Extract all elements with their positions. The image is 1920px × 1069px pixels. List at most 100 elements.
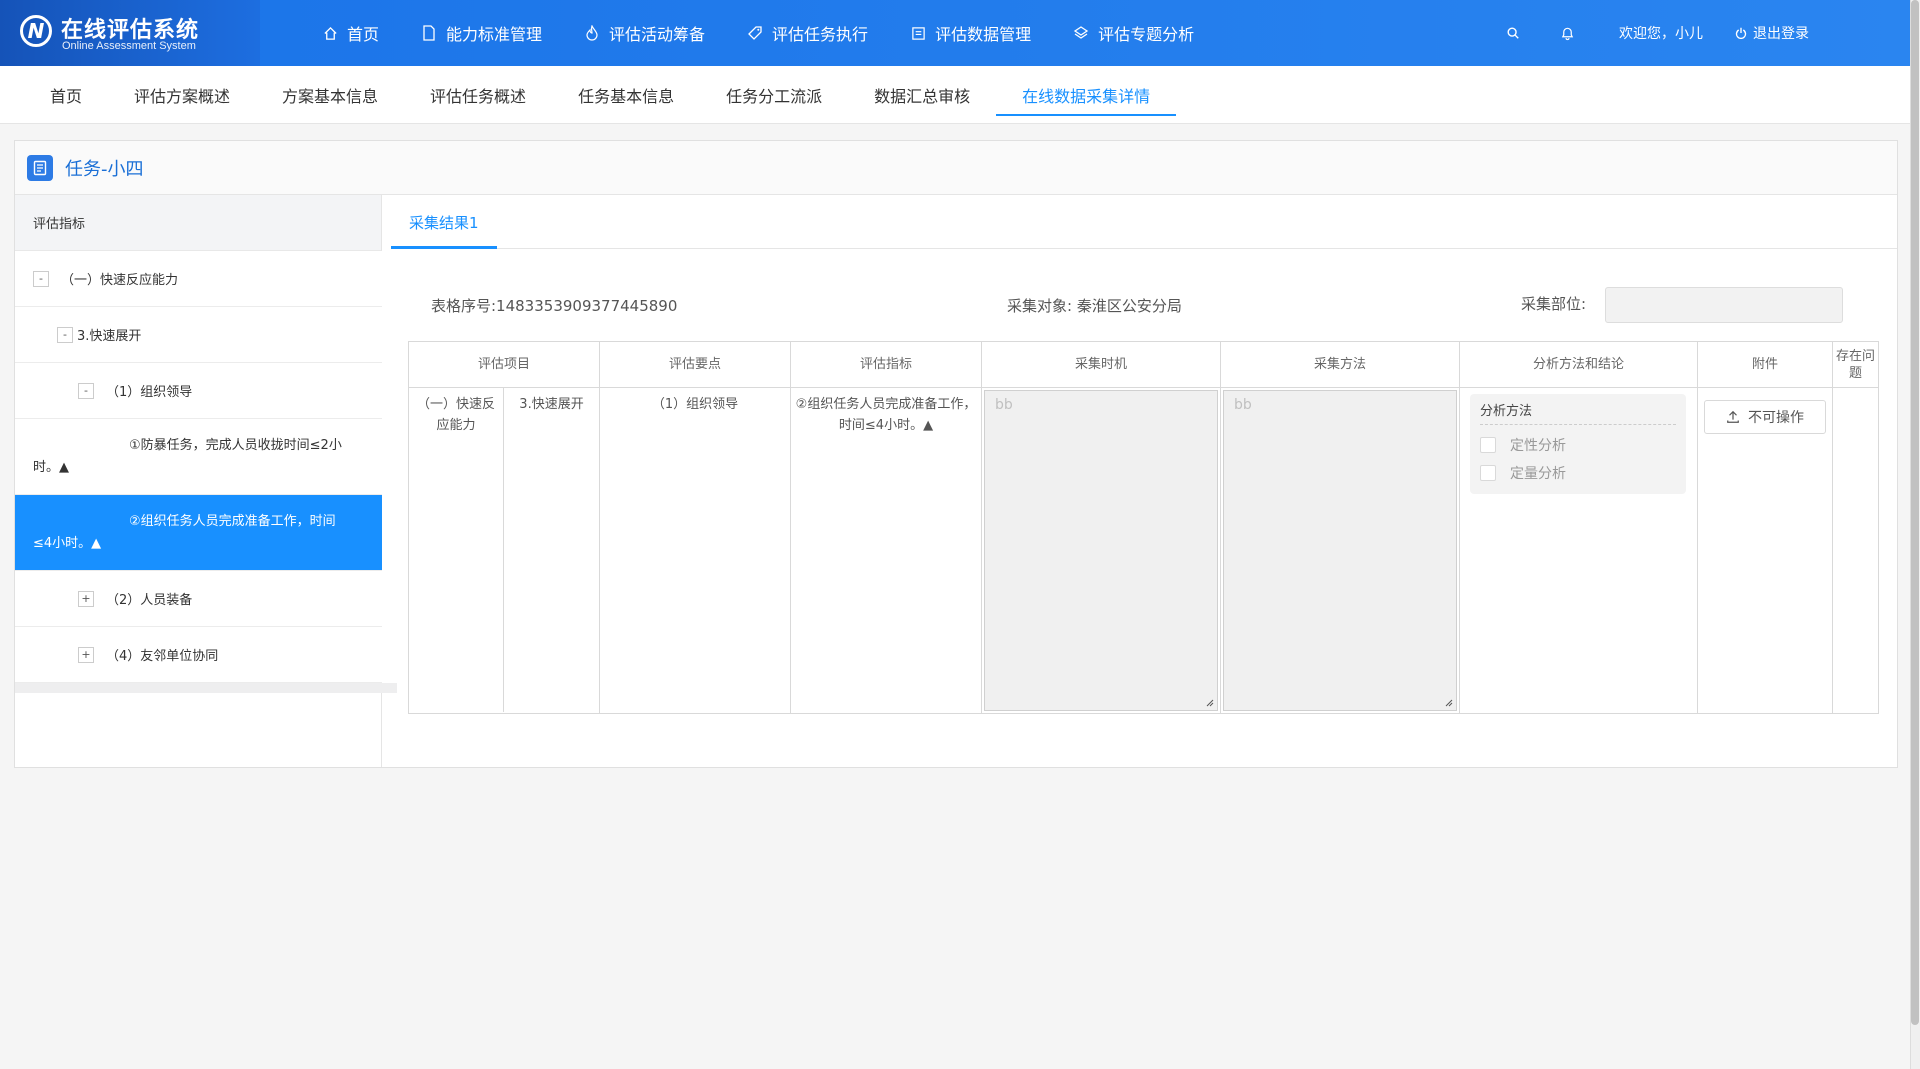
- logout-label: 退出登录: [1753, 26, 1809, 42]
- column-header: 存在问题: [1833, 342, 1878, 388]
- subtab-task-dispatch[interactable]: 任务分工流派: [700, 66, 848, 124]
- column-header: 采集方法: [1221, 342, 1459, 388]
- subtab-home[interactable]: 首页: [24, 66, 108, 124]
- upload-button[interactable]: 不可操作: [1704, 400, 1826, 434]
- col-indicator: 评估指标 ②组织任务人员完成准备工作，时间≤4小时。▲: [791, 342, 982, 713]
- analysis-method-title: 分析方法: [1480, 400, 1676, 425]
- resize-grip-icon[interactable]: [1443, 697, 1453, 707]
- column-header: 评估要点: [600, 342, 790, 388]
- tree-node[interactable]: - 3.快速展开: [15, 307, 382, 363]
- collection-part-label: 采集部位:: [1521, 295, 1587, 313]
- tree-leaf-label: ②组织任务人员完成准备工作，时间≤4小时。▲: [33, 514, 336, 551]
- collection-target: 采集对象: 秦淮区公安分局: [1007, 297, 1182, 315]
- nav-label: 评估专题分析: [1098, 25, 1195, 44]
- nav-item-execution[interactable]: 评估任务执行: [747, 0, 868, 66]
- nav-item-analysis[interactable]: 评估专题分析: [1073, 0, 1194, 66]
- collapse-toggle[interactable]: -: [78, 382, 94, 399]
- nav-item-preparation[interactable]: 评估活动筹备: [584, 0, 705, 66]
- nav-label: 评估任务执行: [772, 25, 869, 44]
- document-icon: [421, 25, 437, 41]
- bell-icon[interactable]: [1559, 25, 1575, 41]
- checkbox[interactable]: [1480, 437, 1496, 453]
- logo[interactable]: N 在线评估系统 Online Assessment System: [0, 0, 260, 66]
- column-header: 附件: [1698, 342, 1832, 388]
- tree-header: 评估指标: [15, 195, 381, 251]
- col-point: 评估要点 （1）组织领导: [600, 342, 791, 713]
- subtab-plan-info[interactable]: 方案基本信息: [256, 66, 404, 124]
- tab-result-1[interactable]: 采集结果1: [391, 195, 497, 249]
- col-analysis: 分析方法和结论 分析方法 定性分析 定量分析: [1460, 342, 1698, 713]
- col-project: 评估项目 （一）快速反应能力 3.快速展开: [409, 342, 600, 713]
- main-nav: 首页 能力标准管理 评估活动筹备 评估任务执行 评估数据管理 评估专题分析: [322, 0, 1236, 66]
- clipboard-icon: [27, 154, 53, 181]
- checkbox-qualitative[interactable]: 定性分析: [1480, 431, 1676, 459]
- indicator-tree: 评估指标 - （一）快速反应能力 - 3.快速展开 - （1）组织领导 ①防暴任…: [15, 195, 397, 767]
- column-header: 采集时机: [982, 342, 1220, 388]
- tree-node-label: （2）人员装备: [106, 593, 193, 608]
- cell-project-b: 3.快速展开: [519, 397, 584, 412]
- power-icon: [1733, 25, 1749, 41]
- form-serial: 表格序号:1483353909377445890: [431, 297, 678, 315]
- nav-item-standards[interactable]: 能力标准管理: [421, 0, 542, 66]
- checkbox-quantitative[interactable]: 定量分析: [1480, 459, 1676, 487]
- page-scrollbar-thumb[interactable]: [1911, 0, 1919, 1025]
- welcome-text: 欢迎您，小儿: [1619, 26, 1703, 42]
- result-content: 采集结果1 表格序号:1483353909377445890 采集对象: 秦淮区…: [391, 195, 1897, 767]
- logout-button[interactable]: 退出登录: [1733, 23, 1809, 43]
- column-header: 评估项目: [409, 342, 599, 388]
- column-header: 分析方法和结论: [1460, 342, 1697, 388]
- checkbox[interactable]: [1480, 465, 1496, 481]
- search-icon[interactable]: [1505, 25, 1521, 41]
- method-value: bb: [1234, 397, 1252, 413]
- col-method: 采集方法 bb: [1221, 342, 1460, 713]
- tree-node-label: 3.快速展开: [77, 329, 142, 344]
- col-attachment: 附件 不可操作: [1698, 342, 1833, 713]
- logo-subtitle: Online Assessment System: [62, 40, 196, 52]
- app: N 在线评估系统 Online Assessment System 首页 能力标…: [0, 0, 1910, 1069]
- tree-node[interactable]: - （一）快速反应能力: [15, 251, 382, 307]
- nav-item-data[interactable]: 评估数据管理: [910, 0, 1031, 66]
- checkbox-label: 定性分析: [1510, 438, 1566, 454]
- subtab-online-collection[interactable]: 在线数据采集详情: [996, 66, 1177, 124]
- cell-point: （1）组织领导: [651, 397, 739, 412]
- method-textarea[interactable]: bb: [1223, 390, 1457, 711]
- collapse-toggle[interactable]: -: [57, 326, 73, 343]
- cell-project-a: （一）快速反应能力: [409, 388, 504, 712]
- tree-node[interactable]: + （2）人员装备: [15, 571, 382, 627]
- nav-item-home[interactable]: 首页: [322, 0, 379, 66]
- collapse-toggle[interactable]: -: [33, 270, 49, 287]
- nav-label: 评估数据管理: [935, 25, 1032, 44]
- resize-grip-icon[interactable]: [1204, 697, 1214, 707]
- col-issues: 存在问题: [1833, 342, 1878, 713]
- subtab-task-info[interactable]: 任务基本信息: [552, 66, 700, 124]
- tree-node[interactable]: - （1）组织领导: [15, 363, 382, 419]
- home-icon: [322, 25, 338, 41]
- subtab-data-review[interactable]: 数据汇总审核: [848, 66, 996, 124]
- tree-leaf[interactable]: ①防暴任务，完成人员收拢时间≤2小时。▲: [15, 419, 382, 495]
- column-header: 评估指标: [791, 342, 981, 388]
- tree-node[interactable]: + （4）友邻单位协同: [15, 627, 382, 683]
- tag-icon: [747, 25, 763, 41]
- nav-label: 评估活动筹备: [609, 25, 706, 44]
- form-info: 表格序号:1483353909377445890 采集对象: 秦淮区公安分局 采…: [391, 287, 1897, 323]
- nav-label: 首页: [347, 25, 380, 44]
- timing-textarea[interactable]: bb: [984, 390, 1218, 711]
- timing-value: bb: [995, 397, 1013, 413]
- tree-footer: [15, 683, 397, 693]
- expand-toggle[interactable]: +: [78, 646, 94, 663]
- collection-part-input[interactable]: [1605, 287, 1843, 323]
- upload-label: 不可操作: [1748, 410, 1804, 426]
- user-area: 欢迎您，小儿 退出登录: [1505, 0, 1809, 66]
- expand-toggle[interactable]: +: [78, 590, 94, 607]
- subtab-task-overview[interactable]: 评估任务概述: [404, 66, 552, 124]
- nav-label: 能力标准管理: [446, 25, 543, 44]
- analysis-method-box: 分析方法 定性分析 定量分析: [1470, 394, 1686, 494]
- tree-node-label: （1）组织领导: [106, 385, 193, 400]
- tree-node-label: （4）友邻单位协同: [106, 649, 219, 664]
- logo-icon: N: [20, 15, 52, 47]
- panel-header: 任务-小四: [15, 141, 1897, 195]
- tree-leaf-label: ①防暴任务，完成人员收拢时间≤2小时。▲: [33, 438, 342, 475]
- tree-leaf-selected[interactable]: ②组织任务人员完成准备工作，时间≤4小时。▲: [15, 495, 382, 571]
- subtab-plan-overview[interactable]: 评估方案概述: [108, 66, 256, 124]
- result-tabs: 采集结果1: [391, 195, 1897, 249]
